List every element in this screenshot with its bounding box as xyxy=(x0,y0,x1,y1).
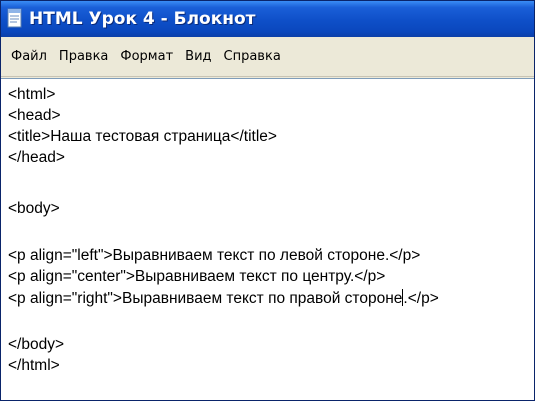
code-line-with-caret: <p align="right">Выравниваем текст по пр… xyxy=(8,289,439,309)
window-title: HTML Урок 4 - Блокнот xyxy=(29,9,256,29)
code-line: <title>Наша тестовая страница</title> xyxy=(8,128,277,145)
menu-help[interactable]: Справка xyxy=(218,47,287,66)
code-line: </html> xyxy=(8,357,60,374)
code-line-tail: .</p> xyxy=(403,290,439,307)
notepad-window: HTML Урок 4 - Блокнот Файл Правка Формат… xyxy=(0,0,535,401)
menu-format[interactable]: Формат xyxy=(114,47,179,66)
menu-bar: Файл Правка Формат Вид Справка xyxy=(1,37,534,77)
notepad-icon xyxy=(7,8,22,28)
menu-view[interactable]: Вид xyxy=(179,47,217,66)
code-line: </head> xyxy=(8,149,65,166)
code-line: </body> xyxy=(8,336,65,353)
code-line: <html> xyxy=(8,86,56,103)
title-bar[interactable]: HTML Урок 4 - Блокнот xyxy=(1,1,534,37)
code-line: <p align="center">Выравниваем текст по ц… xyxy=(8,268,386,285)
code-line: <head> xyxy=(8,107,61,124)
code-line: <body> xyxy=(8,200,60,217)
code-line: <p align="left">Выравниваем текст по лев… xyxy=(8,247,421,264)
editor-frame: <html> <head> <title>Наша тестовая стран… xyxy=(1,77,534,400)
menu-file[interactable]: Файл xyxy=(5,47,53,66)
code-line-text: <p align="right">Выравниваем текст по пр… xyxy=(8,290,403,307)
text-editor[interactable]: <html> <head> <title>Наша тестовая стран… xyxy=(1,78,534,400)
menu-edit[interactable]: Правка xyxy=(53,47,114,66)
